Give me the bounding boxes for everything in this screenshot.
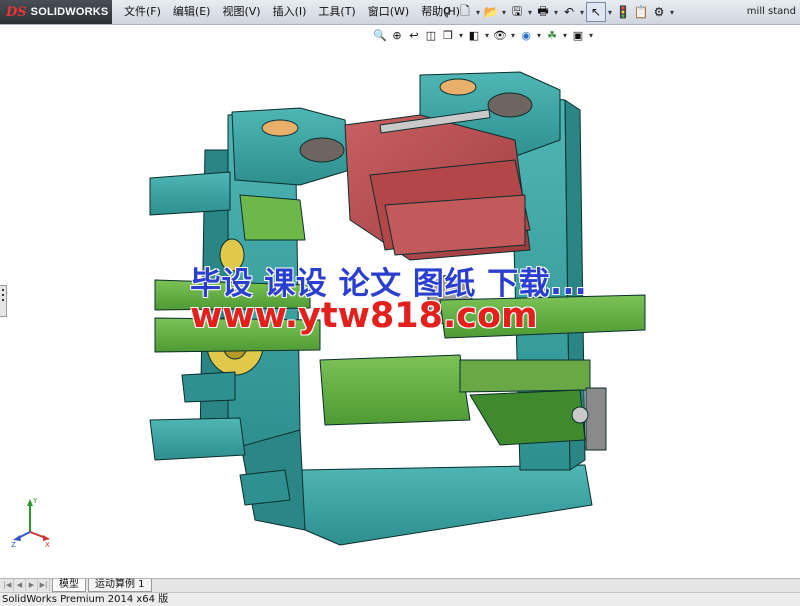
print-dropdown-icon[interactable]: ▾ <box>552 8 560 17</box>
status-bar: SolidWorks Premium 2014 x64 版 <box>0 592 800 606</box>
save-icon[interactable]: 🖫 <box>508 3 526 21</box>
view-settings-icon[interactable]: ▣ <box>570 27 586 43</box>
new-dropdown-icon[interactable]: ▾ <box>474 8 482 17</box>
bottom-tab-bar: |◀ ◀ ▶ ▶| 模型 运动算例 1 <box>0 578 800 592</box>
select-arrow-icon[interactable]: ↖ <box>586 2 606 22</box>
options-dropdown-icon[interactable]: ▾ <box>668 8 676 17</box>
ds-logo-mark: DS <box>6 4 27 20</box>
view-orientation-icon[interactable]: ❒ <box>440 27 456 43</box>
standard-toolbar: ⚲ 🗋 ▾ 📂 ▾ 🖫 ▾ 🖶 ▾ ↶ ▾ ↖ ▾ 🚦 📋 ⚙ ▾ <box>438 2 676 22</box>
menu-file[interactable]: 文件(F) <box>118 0 167 24</box>
open-dropdown-icon[interactable]: ▾ <box>500 8 508 17</box>
edit-appearance-icon[interactable]: ◉ <box>518 27 534 43</box>
new-document-icon[interactable]: 🗋 <box>456 3 474 21</box>
save-dropdown-icon[interactable]: ▾ <box>526 8 534 17</box>
hide-show-dropdown-icon[interactable]: ▾ <box>509 31 517 40</box>
main-menu: 文件(F) 编辑(E) 视图(V) 插入(I) 工具(T) 窗口(W) 帮助(H… <box>118 0 466 24</box>
watermark-line-2: www.ytw818.com <box>190 296 538 336</box>
options-icon[interactable]: ⚙ <box>650 3 668 21</box>
menu-insert[interactable]: 插入(I) <box>267 0 313 24</box>
menu-view[interactable]: 视图(V) <box>216 0 266 24</box>
triad-x-label: X <box>45 541 50 549</box>
previous-view-icon[interactable]: ↩ <box>406 27 422 43</box>
last-tab-button[interactable]: ▶| <box>38 579 50 591</box>
graphics-area[interactable]: 毕设 课设 论文 图纸 下载... www.ytw818.com Y X Z <box>0 25 800 577</box>
zoom-to-area-icon[interactable]: ⊕ <box>389 27 405 43</box>
tab-motion-study-1[interactable]: 运动算例 1 <box>88 579 152 592</box>
triad-z-label: Z <box>11 541 16 549</box>
open-folder-icon[interactable]: 📂 <box>482 3 500 21</box>
apply-scene-dropdown-icon[interactable]: ▾ <box>561 31 569 40</box>
undo-dropdown-icon[interactable]: ▾ <box>578 8 586 17</box>
tab-model[interactable]: 模型 <box>52 579 86 592</box>
hide-show-items-icon[interactable]: 👁 <box>492 27 508 43</box>
document-title: mill stand <box>746 6 796 17</box>
menu-tools[interactable]: 工具(T) <box>312 0 361 24</box>
apply-scene-icon[interactable]: ☘ <box>544 27 560 43</box>
zoom-to-fit-icon[interactable]: 🔍 <box>372 27 388 43</box>
select-dropdown-icon[interactable]: ▾ <box>606 8 614 17</box>
feature-manager-collapse-handle[interactable] <box>0 285 7 317</box>
solidworks-logo-text: SOLIDWORKS <box>30 6 109 18</box>
section-view-icon[interactable]: ◫ <box>423 27 439 43</box>
menu-edit[interactable]: 编辑(E) <box>167 0 217 24</box>
menu-window[interactable]: 窗口(W) <box>362 0 415 24</box>
file-properties-icon[interactable]: 📋 <box>632 3 650 21</box>
view-orientation-dropdown-icon[interactable]: ▾ <box>457 31 465 40</box>
prev-tab-button[interactable]: ◀ <box>14 579 26 591</box>
display-style-dropdown-icon[interactable]: ▾ <box>483 31 491 40</box>
undo-icon[interactable]: ↶ <box>560 3 578 21</box>
next-tab-button[interactable]: ▶ <box>26 579 38 591</box>
title-menu-bar: DS SOLIDWORKS 文件(F) 编辑(E) 视图(V) 插入(I) 工具… <box>0 0 800 25</box>
rebuild-traffic-light-icon[interactable]: 🚦 <box>614 3 632 21</box>
pin-icon[interactable]: ⚲ <box>438 3 456 21</box>
solidworks-logo[interactable]: DS SOLIDWORKS <box>0 0 112 24</box>
edit-appearance-dropdown-icon[interactable]: ▾ <box>535 31 543 40</box>
display-style-icon[interactable]: ◧ <box>466 27 482 43</box>
coordinate-triad: Y X Z <box>11 497 50 549</box>
first-tab-button[interactable]: |◀ <box>2 579 14 591</box>
triad-y-label: Y <box>32 497 38 505</box>
tab-scroll-buttons: |◀ ◀ ▶ ▶| <box>2 579 50 592</box>
view-settings-dropdown-icon[interactable]: ▾ <box>587 31 595 40</box>
print-icon[interactable]: 🖶 <box>534 3 552 21</box>
heads-up-view-toolbar: 🔍 ⊕ ↩ ◫ ❒ ▾ ◧ ▾ 👁 ▾ ◉ ▾ ☘ ▾ ▣ ▾ <box>372 26 595 44</box>
